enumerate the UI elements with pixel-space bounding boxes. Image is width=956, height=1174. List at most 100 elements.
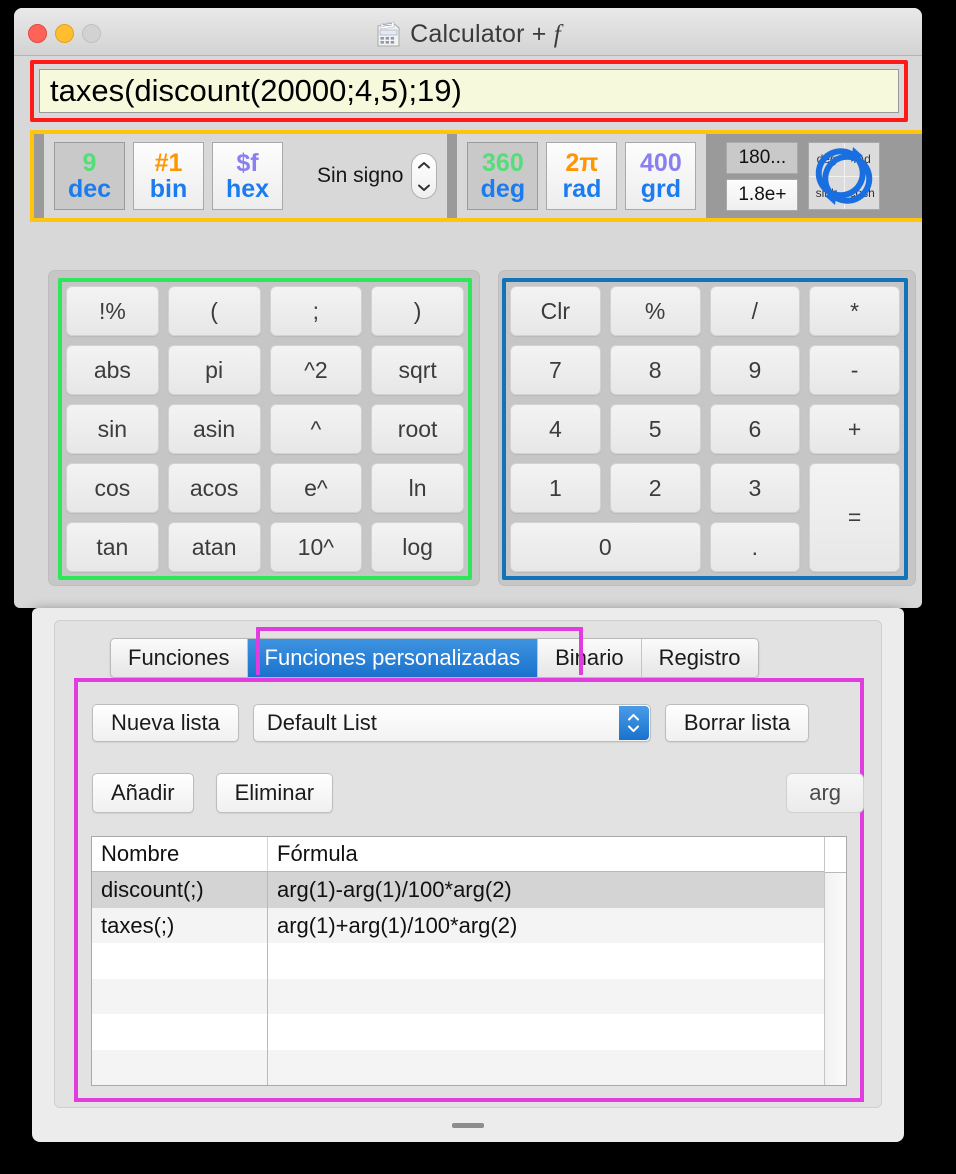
expression-highlight-box: taxes(discount(20000;4,5);19) [30, 60, 908, 122]
notation-fixed-button[interactable]: 180... [726, 141, 799, 174]
numeric-key-9[interactable]: 9 [709, 345, 801, 395]
numeric-key-equals[interactable]: = [809, 463, 900, 572]
cell-formula [268, 979, 824, 1014]
function-key[interactable]: tan [66, 522, 159, 572]
function-key[interactable]: atan [167, 522, 261, 572]
hyp-toggle-group: deg rad sinh cosh [808, 134, 891, 218]
function-key[interactable]: ; [269, 286, 363, 336]
list-controls-row: Nueva lista Default List Borrar lista [92, 704, 810, 742]
calculator-window: Calculator + f taxes(discount(20000;4,5)… [14, 8, 922, 608]
angle-mode-rad[interactable]: 2π rad [546, 142, 618, 210]
function-key[interactable]: ^2 [269, 345, 363, 395]
numeric-key-4[interactable]: 4 [510, 404, 601, 454]
item-controls-row: Añadir Eliminar arg [92, 773, 864, 813]
notation-scientific-button[interactable]: 1.8e+ [726, 178, 799, 211]
keypad-area: !% ( ; ) abs pi ^2 sqrt sin asin ^ root … [14, 230, 922, 608]
expression-input[interactable]: taxes(discount(20000;4,5);19) [39, 69, 899, 113]
toolbar-divider-left [34, 134, 44, 218]
function-key[interactable]: abs [66, 345, 159, 395]
add-function-button[interactable]: Añadir [92, 773, 194, 813]
numeric-key-5[interactable]: 5 [609, 404, 701, 454]
remove-function-button[interactable]: Eliminar [215, 773, 334, 813]
numeric-key-minus[interactable]: - [809, 345, 900, 395]
refresh-circle-icon [809, 143, 879, 209]
numeric-key-plus[interactable]: + [809, 404, 900, 454]
function-key[interactable]: ^ [269, 404, 363, 454]
table-row[interactable] [92, 1049, 824, 1085]
arg-button[interactable]: arg [786, 773, 864, 813]
table-row[interactable] [92, 978, 824, 1015]
function-key[interactable]: pi [167, 345, 261, 395]
cell-formula [268, 943, 824, 978]
chevron-updown-icon[interactable] [618, 706, 649, 740]
table-body-area: Nombre Fórmula discount(;) arg(1)-arg(1)… [92, 837, 824, 1085]
delete-list-button[interactable]: Borrar lista [664, 704, 810, 742]
table-row[interactable] [92, 1014, 824, 1050]
numeric-key-6[interactable]: 6 [709, 404, 801, 454]
chevron-up-icon [418, 161, 431, 168]
window-titlebar: Calculator + f [14, 8, 922, 56]
cell-formula [268, 1050, 824, 1085]
sign-mode-label: Sin signo [317, 164, 404, 187]
function-key[interactable]: ln [371, 463, 464, 513]
function-key[interactable]: sin [66, 404, 159, 454]
cell-nombre: discount(;) [92, 872, 268, 908]
tab-registro[interactable]: Registro [641, 639, 758, 677]
chevron-down-icon [418, 184, 431, 191]
function-keypad: !% ( ; ) abs pi ^2 sqrt sin asin ^ root … [66, 286, 464, 572]
function-key[interactable]: sqrt [371, 345, 464, 395]
toolbar-divider-middle [447, 134, 458, 218]
function-key[interactable]: log [371, 522, 464, 572]
window-title: Calculator + f [14, 20, 922, 49]
function-key[interactable]: 10^ [269, 522, 363, 572]
tab-funciones[interactable]: Funciones [111, 639, 248, 677]
cell-nombre [92, 1014, 268, 1050]
numeric-key-8[interactable]: 8 [609, 345, 701, 395]
numeric-key-2[interactable]: 2 [609, 463, 701, 513]
numeric-key-percent[interactable]: % [609, 286, 701, 336]
function-key[interactable]: cos [66, 463, 159, 513]
angle-mode-deg[interactable]: 360 deg [467, 142, 539, 210]
new-list-button[interactable]: Nueva lista [92, 704, 239, 742]
cell-nombre [92, 1049, 268, 1085]
table-row[interactable]: taxes(;) arg(1)+arg(1)/100*arg(2) [92, 907, 824, 944]
list-select[interactable]: Default List [252, 704, 651, 742]
base-mode-hex[interactable]: $f hex [212, 142, 283, 210]
numeric-key-multiply[interactable]: * [809, 286, 900, 336]
base-mode-dec[interactable]: 9 dec [54, 142, 125, 210]
numeric-key-0[interactable]: 0 [510, 522, 701, 572]
table-row[interactable]: discount(;) arg(1)-arg(1)/100*arg(2) [92, 872, 824, 908]
column-header-formula[interactable]: Fórmula [268, 837, 824, 871]
angle-mode-grd[interactable]: 400 grd [625, 142, 697, 210]
function-key[interactable]: ) [371, 286, 464, 336]
toolbar-highlight-box: 9 dec #1 bin $f hex Sin signo 360 deg 2π… [30, 130, 922, 222]
numeric-key-clear[interactable]: Clr [510, 286, 601, 336]
tab-funciones-personalizadas[interactable]: Funciones personalizadas [247, 639, 539, 677]
tab-bar: Funciones Funciones personalizadas Binar… [110, 638, 759, 678]
numeric-key-3[interactable]: 3 [709, 463, 801, 513]
numeric-keypad: Clr % / * 7 8 9 - 4 5 6 + 1 2 3 = 0 . [510, 286, 900, 572]
resize-grip[interactable] [452, 1123, 484, 1128]
cell-formula: arg(1)+arg(1)/100*arg(2) [277, 912, 518, 938]
numeric-key-1[interactable]: 1 [510, 463, 601, 513]
tab-binario[interactable]: Binario [538, 639, 642, 677]
numeric-key-decimal[interactable]: . [709, 522, 801, 572]
function-key[interactable]: root [371, 404, 464, 454]
function-key[interactable]: asin [167, 404, 261, 454]
function-key[interactable]: e^ [269, 463, 363, 513]
sign-mode-stepper[interactable] [411, 153, 438, 199]
window-title-text: Calculator + f [410, 20, 561, 48]
function-key[interactable]: ( [167, 286, 261, 336]
sign-mode-control: Sin signo [317, 153, 438, 199]
base-mode-bin[interactable]: #1 bin [133, 142, 204, 210]
function-key[interactable]: acos [167, 463, 261, 513]
numeric-key-divide[interactable]: / [709, 286, 801, 336]
list-select-value: Default List [266, 710, 377, 735]
table-vertical-scrollbar[interactable] [824, 837, 846, 1085]
function-key[interactable]: !% [66, 286, 159, 336]
numeric-key-7[interactable]: 7 [510, 345, 601, 395]
table-row[interactable] [92, 943, 824, 979]
column-header-nombre[interactable]: Nombre [92, 837, 268, 872]
hyperbolic-toggle-button[interactable]: deg rad sinh cosh [808, 142, 881, 210]
notation-group: 180... 1.8e+ [716, 134, 809, 218]
